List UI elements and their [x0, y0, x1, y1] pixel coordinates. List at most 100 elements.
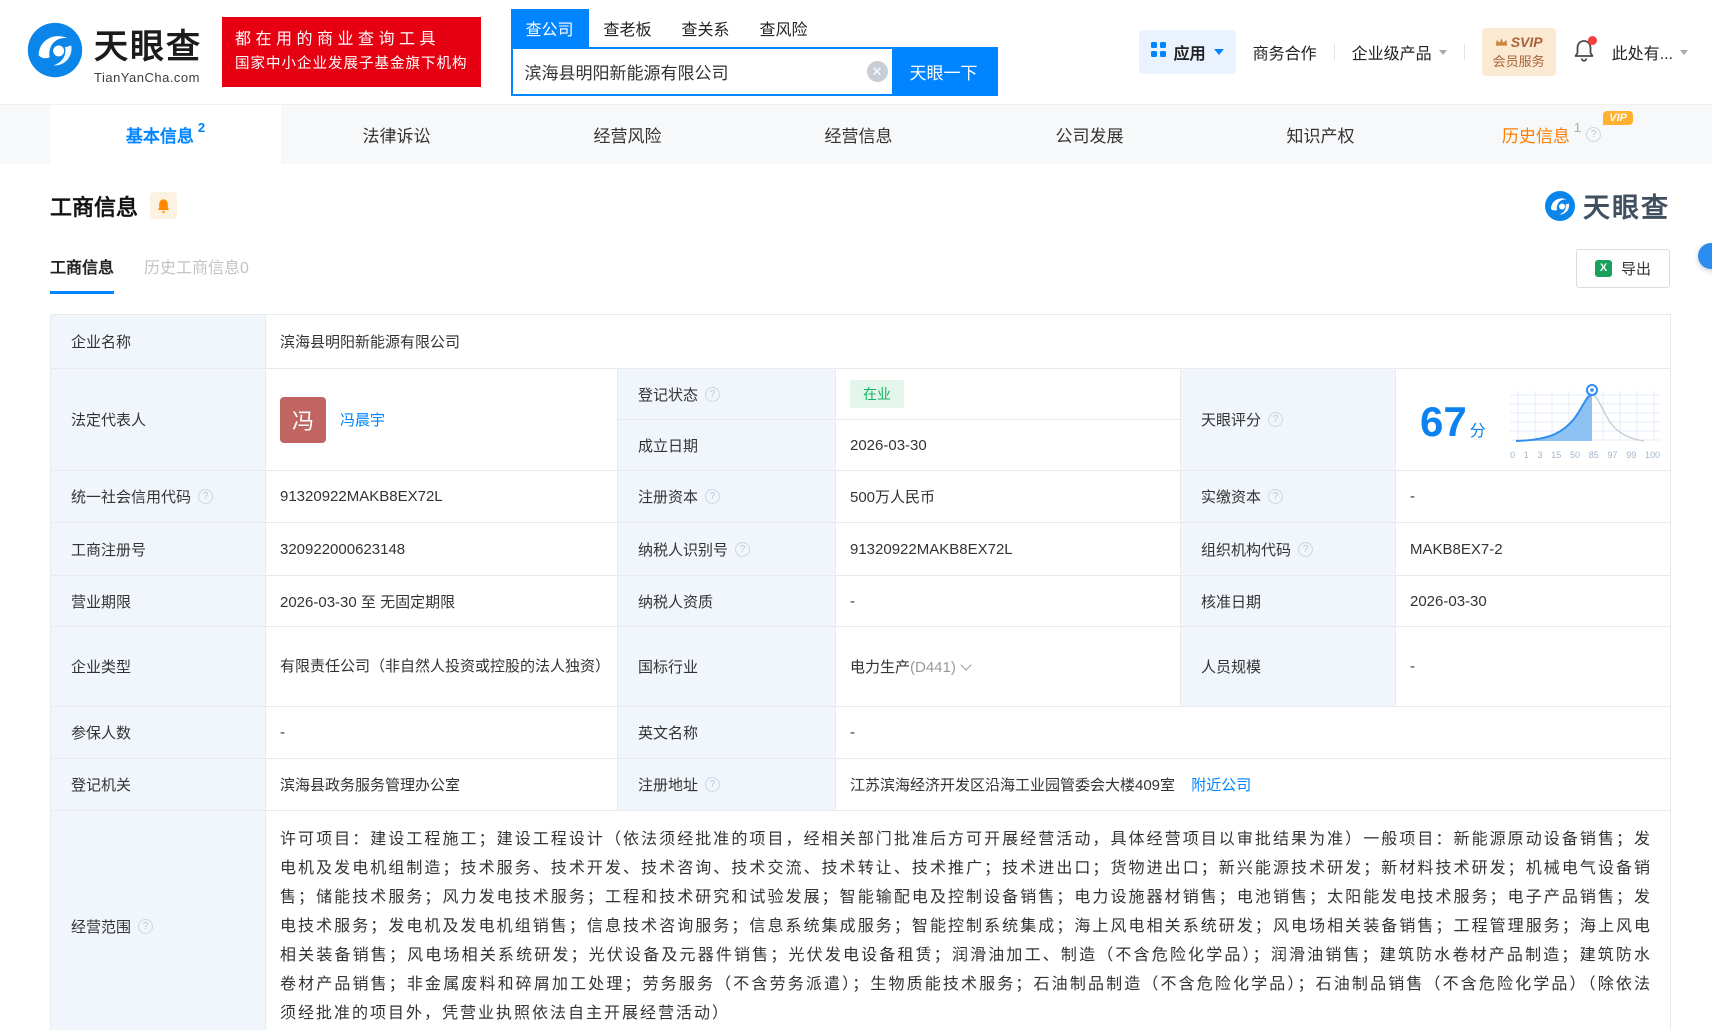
help-icon[interactable]: ?	[705, 489, 720, 504]
credit-code-label: 统一社会信用代码 ?	[51, 471, 266, 523]
help-icon[interactable]: ?	[198, 489, 213, 504]
watermark-logo-icon	[1544, 190, 1576, 222]
apps-grid-icon	[1151, 42, 1166, 62]
content: 工商信息 天眼查 工商信息 历史工商信息0 X 导出	[0, 186, 1712, 1030]
tab-history-label: 历史信息	[1502, 122, 1570, 147]
legal-rep-name-link[interactable]: 冯晨宇	[340, 409, 385, 430]
english-name-label: 英文名称	[618, 707, 836, 759]
paid-capital-label: 实缴资本 ?	[1181, 471, 1396, 523]
vip-badge: VIP	[1603, 111, 1633, 125]
business-scope-label: 经营范围 ?	[51, 811, 266, 1030]
help-icon[interactable]: ?	[1298, 542, 1313, 557]
tab-basic-info[interactable]: 基本信息 2	[50, 105, 281, 164]
search-tab-relation[interactable]: 查关系	[667, 9, 745, 47]
establish-date-value: 2026-03-30	[836, 420, 1181, 471]
reg-status-label: 登记状态 ?	[618, 369, 836, 420]
reg-address-value: 江苏滨海经济开发区沿海工业园管委会大楼409室	[850, 777, 1175, 794]
nav-cooperation[interactable]: 商务合作	[1253, 40, 1317, 64]
subtab-business-info[interactable]: 工商信息	[50, 254, 114, 294]
tianyancha-logo[interactable]: 天眼查 TianYanCha.com	[26, 19, 202, 85]
tab-company-development[interactable]: 公司发展	[974, 105, 1205, 164]
top-header: 天眼查 TianYanCha.com 都在用的商业查询工具 国家中小企业发展子基…	[0, 0, 1712, 104]
search-input[interactable]	[513, 61, 867, 81]
tab-operating-risk[interactable]: 经营风险	[512, 105, 743, 164]
reg-capital-value: 500万人民币	[836, 471, 1181, 523]
watermark-logo-text: 天眼查	[1583, 186, 1670, 225]
company-type-label: 企业类型	[51, 627, 266, 707]
clear-search-icon[interactable]: ✕	[867, 61, 888, 82]
help-icon[interactable]: ?	[138, 919, 153, 934]
notification-dot	[1588, 36, 1597, 45]
taxpayer-quality-label: 纳税人资质	[618, 576, 836, 627]
approval-date-label: 核准日期	[1181, 576, 1396, 627]
brand-name: 天眼查	[94, 19, 202, 68]
nav-enterprise-label: 企业级产品	[1352, 40, 1432, 64]
company-type-value: 有限责任公司（非自然人投资或控股的法人独资）	[266, 627, 618, 707]
legal-rep-avatar[interactable]: 冯	[280, 397, 326, 443]
staff-size-label: 人员规模	[1181, 627, 1396, 707]
business-scope-value: 许可项目：建设工程施工；建设工程设计（依法须经批准的项目，经相关部门批准后方可开…	[266, 811, 1671, 1030]
reg-address-label: 注册地址 ?	[618, 759, 836, 811]
subscribe-bell-icon[interactable]	[150, 192, 177, 219]
chevron-down-icon	[1680, 50, 1688, 55]
watermark-logo: 天眼查	[1544, 186, 1670, 225]
chevron-down-icon	[1439, 50, 1447, 55]
org-code-label: 组织机构代码 ?	[1181, 523, 1396, 576]
top-nav: 应用 商务合作 企业级产品 SVIP 会员服务	[1139, 28, 1688, 76]
help-icon[interactable]: ?	[735, 542, 750, 557]
chevron-down-icon	[1214, 49, 1224, 55]
help-icon[interactable]: ?	[1586, 127, 1601, 142]
legal-rep-cell: 冯 冯晨宇	[266, 369, 618, 471]
search-area: 查公司 查老板 查关系 查风险 ✕ 天眼一下	[511, 9, 998, 96]
svip-label: SVIP	[1511, 34, 1543, 50]
score-cell: 67分	[1396, 369, 1671, 471]
insured-count-value: -	[266, 707, 618, 759]
svip-member-button[interactable]: SVIP 会员服务	[1482, 28, 1556, 76]
approval-date-value: 2026-03-30	[1396, 576, 1671, 627]
apps-label: 应用	[1174, 40, 1206, 64]
tab-risk-label: 经营风险	[594, 122, 662, 147]
notifications-bell-icon[interactable]	[1573, 38, 1595, 67]
tab-history-info[interactable]: VIP 历史信息 1 ?	[1436, 105, 1667, 164]
brand-domain: TianYanCha.com	[94, 70, 202, 85]
nav-account-label: 此处有...	[1612, 40, 1673, 64]
staff-size-value: -	[1396, 627, 1671, 707]
tab-intellectual-property[interactable]: 知识产权	[1205, 105, 1436, 164]
tab-legal[interactable]: 法律诉讼	[281, 105, 512, 164]
subtab-history-business-info[interactable]: 历史工商信息0	[144, 254, 249, 294]
crown-icon	[1495, 37, 1508, 47]
help-icon[interactable]: ?	[705, 387, 720, 402]
taxpayer-id-label: 纳税人识别号 ?	[618, 523, 836, 576]
industry-code: (D441)	[910, 659, 956, 676]
reg-status-cell: 在业	[836, 369, 1181, 420]
nav-account-menu[interactable]: 此处有...	[1612, 40, 1688, 64]
tianyancha-logo-icon	[26, 21, 84, 84]
tab-basic-label: 基本信息	[126, 122, 194, 147]
reg-authority-value: 滨海县政务服务管理办公室	[266, 759, 618, 811]
help-icon[interactable]: ?	[1268, 412, 1283, 427]
search-tab-risk[interactable]: 查风险	[745, 9, 823, 47]
company-name-value: 滨海县明阳新能源有限公司	[266, 315, 1671, 369]
nearby-companies-link[interactable]: 附近公司	[1191, 777, 1251, 794]
chevron-down-icon[interactable]	[960, 659, 971, 670]
search-box: ✕ 天眼一下	[511, 47, 998, 96]
business-term-value: 2026-03-30 至 无固定期限	[266, 576, 618, 627]
divider	[1464, 44, 1465, 60]
establish-date-label: 成立日期	[618, 420, 836, 471]
search-tabs: 查公司 查老板 查关系 查风险	[511, 9, 998, 47]
taxpayer-quality-value: -	[836, 576, 1181, 627]
tab-operating-info[interactable]: 经营信息	[743, 105, 974, 164]
help-icon[interactable]: ?	[1268, 489, 1283, 504]
legal-rep-label: 法定代表人	[51, 369, 266, 471]
search-button[interactable]: 天眼一下	[892, 49, 996, 94]
export-label: 导出	[1621, 258, 1651, 279]
industry-value: 电力生产(D441)	[836, 627, 1181, 707]
help-icon[interactable]: ?	[705, 777, 720, 792]
taxpayer-id-value: 91320922MAKB8EX72L	[836, 523, 1181, 576]
apps-menu[interactable]: 应用	[1139, 30, 1236, 74]
reg-authority-label: 登记机关	[51, 759, 266, 811]
search-tab-boss[interactable]: 查老板	[589, 9, 667, 47]
nav-enterprise-products[interactable]: 企业级产品	[1352, 40, 1447, 64]
export-button[interactable]: X 导出	[1576, 249, 1670, 288]
search-tab-company[interactable]: 查公司	[511, 9, 589, 47]
